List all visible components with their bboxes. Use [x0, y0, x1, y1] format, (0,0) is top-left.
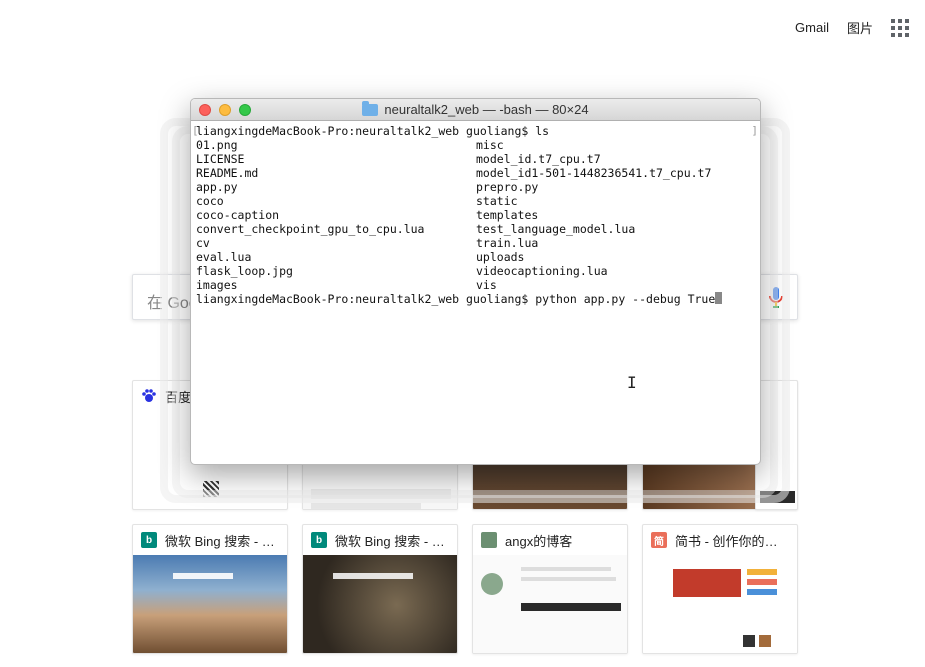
terminal-titlebar[interactable]: neuraltalk2_web — -bash — 80×24 — [191, 99, 760, 121]
terminal-command: liangxingdeMacBook-Pro:neuraltalk2_web g… — [196, 292, 716, 306]
ls-entry: 01.png — [196, 138, 238, 152]
ls-row: images vis — [196, 278, 760, 292]
ls-entry: coco-caption — [196, 208, 280, 222]
text-cursor — [715, 292, 723, 304]
most-visited-tile[interactable]: angx的博客 — [472, 524, 628, 654]
bing-icon: b — [311, 532, 327, 548]
jianshu-icon: 简 — [651, 532, 667, 548]
ls-row: LICENSE model_id.t7_cpu.t7 — [196, 152, 760, 166]
tile-thumbnail — [643, 555, 797, 653]
most-visited-tile[interactable]: b 微软 Bing 搜索 - 国... — [302, 524, 458, 654]
tile-title: 微软 Bing 搜索 - 国... — [165, 533, 279, 549]
blog-avatar-icon — [481, 532, 497, 548]
ls-entry: model_id1-501-1448236541.t7_cpu.t7 — [476, 166, 712, 180]
ls-entry: misc — [476, 138, 504, 152]
terminal-title: neuraltalk2_web — -bash — 80×24 — [384, 102, 589, 117]
ls-entry: uploads — [476, 250, 525, 264]
ls-entry: model_id.t7_cpu.t7 — [476, 152, 601, 166]
terminal-line: liangxingdeMacBook-Pro:neuraltalk2_web g… — [196, 124, 550, 138]
ls-entry: eval.lua — [196, 250, 252, 264]
baidu-paw-icon — [142, 389, 156, 402]
ls-entry: images — [196, 278, 238, 292]
ls-row: coco static — [196, 194, 760, 208]
terminal-output[interactable]: [ ] liangxingdeMacBook-Pro:neuraltalk2_w… — [191, 122, 760, 464]
ls-row: app.py prepro.py — [196, 180, 760, 194]
ls-entry: cv — [196, 236, 210, 250]
terminal-command-line: liangxingdeMacBook-Pro:neuraltalk2_web g… — [196, 292, 760, 306]
ls-entry: static — [476, 194, 518, 208]
ls-row: flask_loop.jpg videocaptioning.lua — [196, 264, 760, 278]
ls-row: eval.lua uploads — [196, 250, 760, 264]
ls-entry: train.lua — [476, 236, 539, 250]
tile-thumbnail — [133, 555, 287, 653]
ls-entry: templates — [476, 208, 539, 222]
tile-thumbnail — [473, 555, 627, 653]
terminal-window[interactable]: neuraltalk2_web — -bash — 80×24 [ ] lian… — [190, 98, 761, 465]
ls-entry: videocaptioning.lua — [476, 264, 608, 278]
ls-entry: README.md — [196, 166, 259, 180]
gmail-link[interactable]: Gmail — [795, 20, 829, 35]
tile-title: angx的博客 — [505, 533, 573, 549]
ls-entry: convert_checkpoint_gpu_to_cpu.lua — [196, 222, 425, 236]
new-tab-page: Gmail 图片 在 Google 上搜索，或者输入一个网址 百度一下，你就知道 — [0, 0, 925, 667]
top-bar: Gmail 图片 — [795, 18, 909, 37]
ls-entry: coco — [196, 194, 224, 208]
ls-entry: test_language_model.lua — [476, 222, 636, 236]
ls-entry: vis — [476, 278, 497, 292]
tile-title: 简书 - 创作你的创作 — [675, 533, 789, 549]
ls-row: coco-caption templates — [196, 208, 760, 222]
apps-grid-icon[interactable] — [891, 18, 909, 37]
folder-icon — [362, 100, 379, 116]
ls-entry: LICENSE — [196, 152, 245, 166]
most-visited-tile[interactable]: b 微软 Bing 搜索 - 国... — [132, 524, 288, 654]
ls-row: convert_checkpoint_gpu_to_cpu.lua test_la… — [196, 222, 760, 236]
ls-row: 01.png misc — [196, 138, 760, 152]
ls-entry: flask_loop.jpg — [196, 264, 293, 278]
selection-bracket-left: [ — [192, 124, 199, 137]
ls-entry: app.py — [196, 180, 238, 194]
ls-listing: 01.png misc LICENSE model_id.t7_cpu.t7 READM… — [196, 138, 760, 292]
ls-row: README.md model_id1-501-1448236541.t7_cpu… — [196, 166, 760, 180]
ibeam-cursor-icon: I — [627, 373, 637, 392]
tile-title: 微软 Bing 搜索 - 国... — [335, 533, 449, 549]
ls-row: cv train.lua — [196, 236, 760, 250]
most-visited-tile[interactable]: 简 简书 - 创作你的创作 — [642, 524, 798, 654]
images-link[interactable]: 图片 — [847, 18, 873, 37]
bing-icon: b — [141, 532, 157, 548]
selection-bracket-right: ] — [751, 124, 758, 137]
tile-thumbnail — [303, 555, 457, 653]
ls-entry: prepro.py — [476, 180, 539, 194]
